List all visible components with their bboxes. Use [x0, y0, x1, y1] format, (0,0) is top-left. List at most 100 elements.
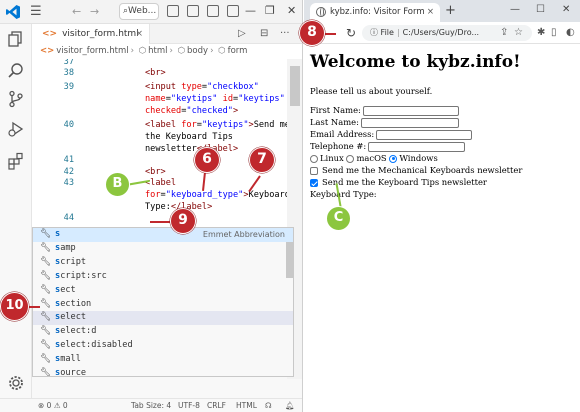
hamburger-menu-icon[interactable]: ☰ — [30, 4, 42, 20]
mech-newsletter-checkbox[interactable] — [310, 166, 318, 175]
suggestion-item[interactable]: 🔧︎ source — [33, 367, 293, 376]
toggle-panel-icon[interactable] — [187, 5, 199, 17]
restore-icon[interactable]: ❐ — [265, 3, 275, 19]
search-sidebar-icon[interactable] — [7, 62, 25, 80]
page-heading: Welcome to kybz.info! — [310, 52, 521, 72]
radio-windows[interactable] — [389, 154, 398, 163]
telephone-input[interactable] — [368, 141, 466, 152]
command-center-search[interactable]: ⌕Web... — [119, 3, 159, 20]
source-control-icon[interactable] — [7, 90, 25, 108]
customize-layout-icon[interactable] — [227, 5, 239, 17]
code-token: "keytips" — [201, 120, 249, 130]
suggestion-item[interactable]: 🔧︎ s Emmet Abbreviation — [33, 228, 293, 242]
email-input[interactable] — [376, 129, 473, 140]
editor-scrollbar-thumb[interactable] — [290, 66, 300, 106]
suggestion-item[interactable]: 🔧︎ samp — [33, 242, 293, 256]
keyboard-type-label: Keyboard Type: — [310, 189, 377, 199]
breadcrumb-html[interactable]: html — [148, 46, 167, 56]
editor-tab-bar: <> visitor_form.html × ▷ ⊟ ··· — [32, 24, 302, 44]
code-editor[interactable]: 37 38 <br> 39 <input type="checkbox" name="ke… — [32, 59, 302, 227]
suggestion-rest: mall — [60, 354, 81, 365]
split-editor-icon[interactable]: ⊟ — [260, 28, 268, 40]
tab-visitor-form[interactable]: <> visitor_form.html × — [32, 24, 150, 44]
explorer-icon[interactable] — [7, 30, 25, 48]
first-name-input[interactable] — [362, 105, 459, 116]
sidepanel-icon[interactable]: ▯ — [551, 26, 557, 40]
browser-tab-title: kybz.info: Visitor Form — [330, 7, 425, 17]
line-number: 41 — [63, 155, 74, 165]
chevron-right-icon: › — [130, 46, 134, 56]
extensions-icon[interactable] — [7, 152, 25, 170]
profile-avatar-icon[interactable]: ◐ — [566, 26, 575, 40]
intro-text: Please tell us about yourself. — [310, 86, 433, 96]
suggestion-label: sect — [55, 284, 76, 298]
tips-newsletter-label: Send me the Keyboard Tips newsletter — [322, 177, 487, 187]
tips-newsletter-checkbox[interactable] — [310, 178, 318, 187]
toggle-sidebar-icon[interactable] — [167, 5, 179, 17]
code-line: for="keyboard_type">Keyboard — [145, 190, 290, 200]
code-token: <br> — [145, 167, 166, 177]
browser-tab-close-icon[interactable]: × — [427, 3, 434, 22]
run-debug-icon[interactable] — [7, 120, 25, 138]
suggestion-item[interactable]: 🔧︎ sect — [33, 284, 293, 298]
more-actions-icon[interactable]: ··· — [280, 28, 290, 40]
tab-label: visitor_form.html — [62, 29, 139, 39]
suggestion-item[interactable]: 🔧︎ script:src — [33, 270, 293, 284]
suggestion-item[interactable]: 🔧︎ section — [33, 298, 293, 312]
share-icon[interactable]: ⇪ — [500, 26, 508, 40]
manage-gear-icon[interactable] — [7, 374, 25, 392]
suggestion-label: section — [55, 298, 91, 312]
suggestion-rest: elect:disabled — [60, 340, 133, 351]
back-arrow-icon[interactable]: ← — [72, 5, 81, 19]
suggestion-item[interactable]: 🔧︎ select — [33, 311, 293, 326]
encoding-indicator[interactable]: UTF-8 — [178, 399, 200, 412]
forward-arrow-icon[interactable]: → — [90, 5, 99, 19]
suggestion-scrollbar-thumb[interactable] — [286, 242, 293, 278]
suggestion-widget: 🔧︎source:media🔧︎source🔧︎small🔧︎select:di… — [32, 227, 294, 377]
close-window-icon[interactable]: ✕ — [287, 3, 296, 19]
radio-linux[interactable] — [310, 154, 318, 163]
eol-indicator[interactable]: CRLF — [207, 399, 226, 412]
code-line: <br> — [145, 167, 166, 177]
toggle-secondary-sidebar-icon[interactable] — [207, 5, 219, 17]
address-divider: | — [396, 28, 400, 37]
callout-b: B — [105, 172, 130, 197]
minimize-icon[interactable]: — — [245, 3, 256, 19]
suggestion-label: select:d — [55, 325, 96, 339]
notifications-bell-icon[interactable]: 🔔︎ — [285, 399, 295, 412]
breadcrumb-body[interactable]: body — [187, 46, 208, 56]
suggestion-item[interactable]: 🔧︎ small — [33, 353, 293, 367]
suggestion-label: s — [55, 228, 60, 242]
callout-7: 7 — [249, 147, 275, 173]
bookmark-star-icon[interactable]: ☆ — [514, 26, 523, 40]
code-token: newsletter — [145, 144, 197, 154]
breadcrumb-form[interactable]: form — [228, 46, 248, 56]
last-name-input[interactable] — [360, 117, 459, 128]
tab-close-icon[interactable]: × — [135, 24, 143, 44]
suggestion-item[interactable]: 🔧︎ select:d — [33, 325, 293, 339]
feedback-icon[interactable]: ☊ — [265, 399, 272, 412]
extensions-puzzle-icon[interactable]: ✱ — [537, 26, 545, 40]
language-indicator[interactable]: HTML — [236, 399, 257, 412]
problems-indicator[interactable]: ⊗ 0 ⚠ 0 — [38, 399, 68, 412]
breadcrumb-file[interactable]: visitor_form.html — [56, 46, 128, 56]
browser-minimize-icon[interactable]: — — [510, 2, 520, 18]
wrench-icon: 🔧︎ — [40, 298, 52, 309]
browser-tab-visitor-form[interactable]: kybz.info: Visitor Form × — [310, 3, 440, 22]
preview-icon[interactable]: ▷ — [238, 28, 246, 40]
new-tab-button[interactable]: + — [445, 2, 456, 20]
code-token: <input — [145, 82, 182, 92]
wrench-icon: 🔧︎ — [40, 354, 52, 365]
radio-macos[interactable] — [346, 154, 355, 163]
suggestion-item[interactable]: 🔧︎ select:disabled — [33, 339, 293, 353]
suggestion-item[interactable]: 🔧︎ script — [33, 256, 293, 270]
suggestion-label: source — [55, 367, 86, 376]
browser-maximize-icon[interactable]: ☐ — [536, 2, 545, 18]
code-token: type — [181, 82, 202, 92]
reload-icon[interactable]: ↻ — [346, 25, 356, 41]
suggestion-detail: Emmet Abbreviation — [202, 230, 285, 239]
tab-size-indicator[interactable]: Tab Size: 4 — [131, 399, 171, 412]
code-line: <input type="checkbox" — [145, 82, 259, 92]
code-line: newsletter</label> — [145, 144, 238, 154]
browser-close-icon[interactable]: ✕ — [562, 2, 570, 18]
